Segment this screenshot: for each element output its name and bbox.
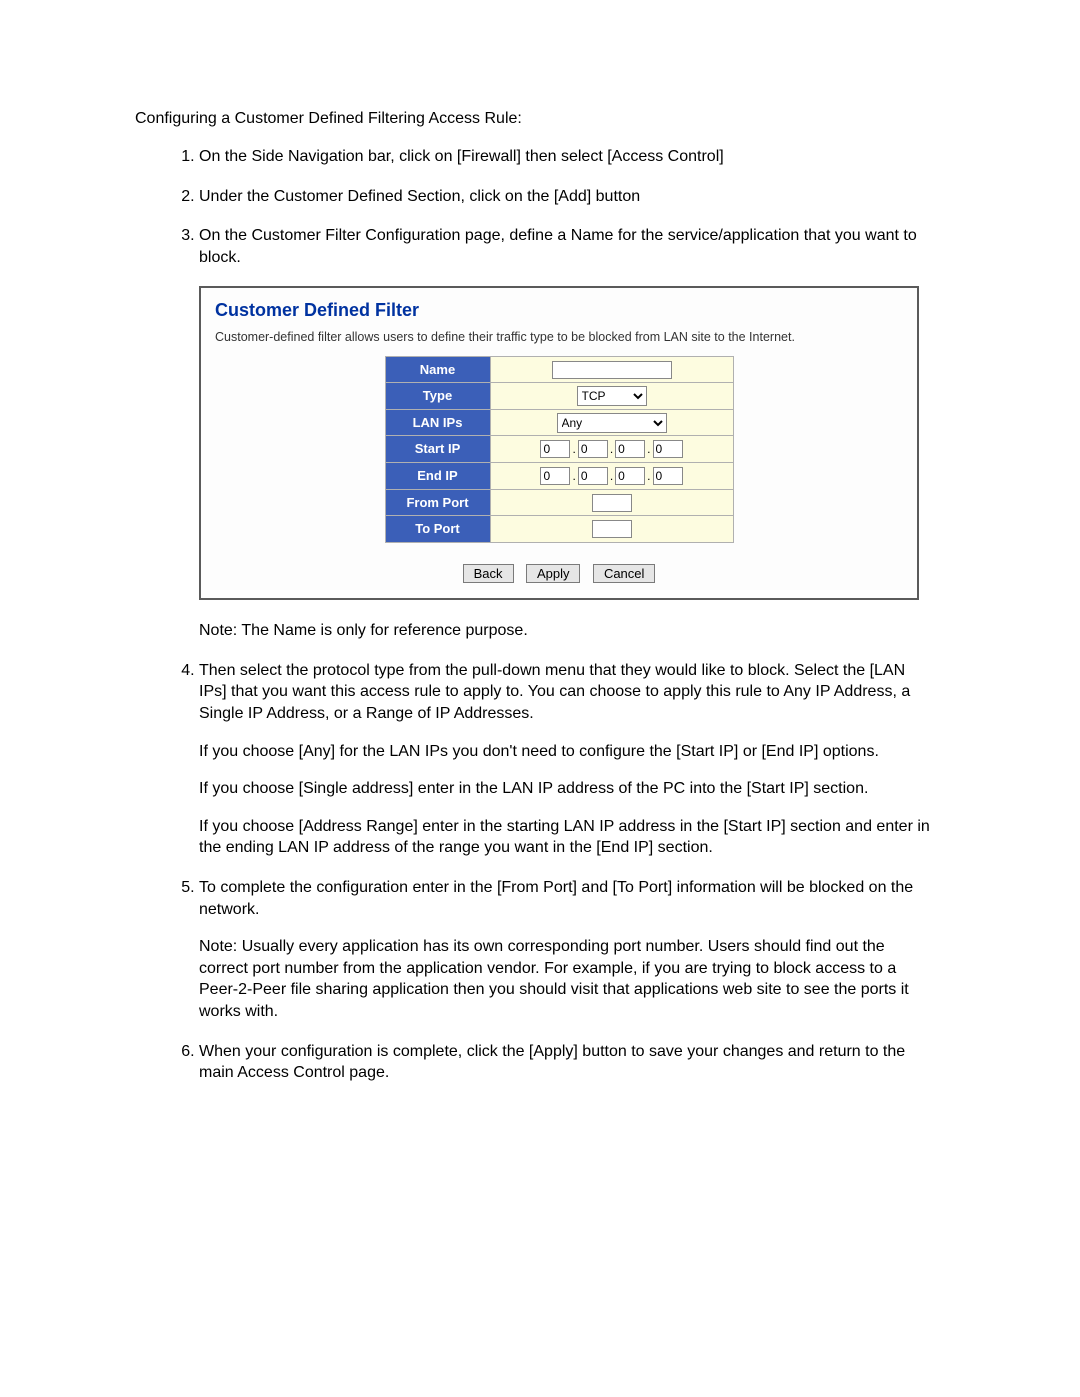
- label-type: Type: [385, 383, 490, 410]
- toport-input[interactable]: [592, 520, 632, 538]
- step-5: To complete the configuration enter in t…: [199, 877, 930, 1023]
- step-3: On the Customer Filter Configuration pag…: [199, 225, 930, 642]
- steps-list: On the Side Navigation bar, click on [Fi…: [159, 146, 950, 1084]
- label-fromport: From Port: [385, 489, 490, 516]
- name-input[interactable]: [552, 361, 672, 379]
- endip-seg4[interactable]: [653, 467, 683, 485]
- endip-row: . . .: [540, 467, 682, 485]
- step-6: When your configuration is complete, cli…: [199, 1041, 930, 1084]
- label-lanips: LAN IPs: [385, 409, 490, 436]
- endip-seg3[interactable]: [615, 467, 645, 485]
- endip-seg1[interactable]: [540, 467, 570, 485]
- button-row: Back Apply Cancel: [201, 557, 917, 599]
- label-startip: Start IP: [385, 436, 490, 463]
- fromport-input[interactable]: [592, 494, 632, 512]
- type-select[interactable]: TCP: [577, 386, 647, 406]
- lanips-select[interactable]: Any: [557, 413, 667, 433]
- step-1: On the Side Navigation bar, click on [Fi…: [199, 146, 930, 168]
- startip-row: . . .: [540, 440, 682, 458]
- step-4: Then select the protocol type from the p…: [199, 660, 930, 859]
- apply-button[interactable]: Apply: [526, 564, 581, 583]
- startip-seg1[interactable]: [540, 440, 570, 458]
- back-button[interactable]: Back: [463, 564, 514, 583]
- panel-title: Customer Defined Filter: [201, 288, 917, 328]
- step-4-p2: If you choose [Single address] enter in …: [199, 778, 930, 800]
- step-5-note: Note: Usually every application has its …: [199, 936, 930, 1022]
- startip-seg4[interactable]: [653, 440, 683, 458]
- step-4-p3: If you choose [Address Range] enter in t…: [199, 816, 930, 859]
- endip-seg2[interactable]: [578, 467, 608, 485]
- step-4-text: Then select the protocol type from the p…: [199, 662, 910, 722]
- startip-seg2[interactable]: [578, 440, 608, 458]
- step-5-text: To complete the configuration enter in t…: [199, 879, 913, 918]
- label-toport: To Port: [385, 516, 490, 543]
- intro-text: Configuring a Customer Defined Filtering…: [135, 110, 950, 128]
- step-4-p1: If you choose [Any] for the LAN IPs you …: [199, 741, 930, 763]
- label-endip: End IP: [385, 462, 490, 489]
- cancel-button[interactable]: Cancel: [593, 564, 655, 583]
- startip-seg3[interactable]: [615, 440, 645, 458]
- step-3-text: On the Customer Filter Configuration pag…: [199, 227, 917, 266]
- panel-description: Customer-defined filter allows users to …: [201, 329, 917, 356]
- step-3-note: Note: The Name is only for reference pur…: [199, 620, 930, 642]
- filter-table: Name Type TCP LAN IPs Any: [385, 356, 734, 543]
- label-name: Name: [385, 356, 490, 383]
- step-2: Under the Customer Defined Section, clic…: [199, 186, 930, 208]
- filter-panel: Customer Defined Filter Customer-defined…: [199, 286, 919, 600]
